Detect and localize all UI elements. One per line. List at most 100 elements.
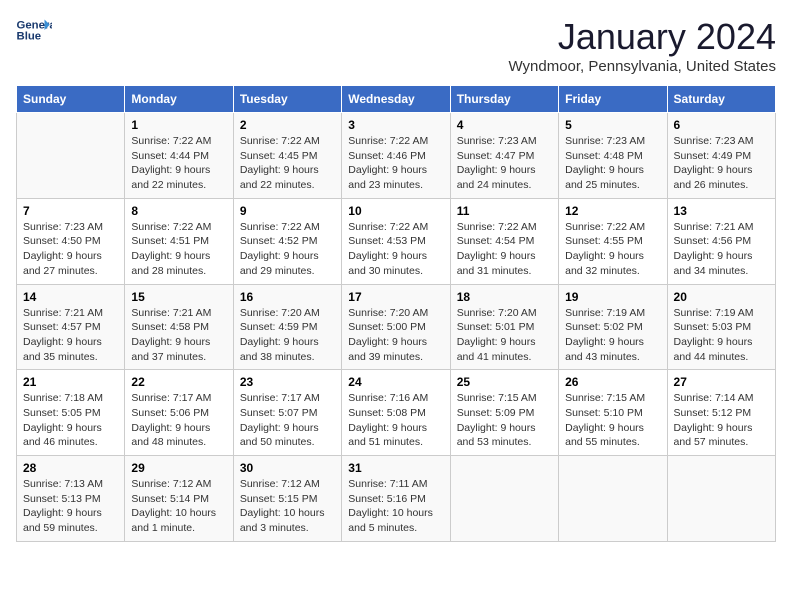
week-row-3: 14Sunrise: 7:21 AM Sunset: 4:57 PM Dayli… bbox=[17, 284, 776, 370]
day-detail: Sunrise: 7:14 AM Sunset: 5:12 PM Dayligh… bbox=[674, 392, 754, 448]
day-detail: Sunrise: 7:22 AM Sunset: 4:54 PM Dayligh… bbox=[457, 221, 537, 277]
day-number: 12 bbox=[565, 204, 660, 218]
calendar-cell: 3 Sunrise: 7:22 AM Sunset: 4:46 PM Daylig… bbox=[342, 113, 450, 199]
day-number: 13 bbox=[674, 204, 769, 218]
calendar-cell: 26Sunrise: 7:15 AM Sunset: 5:10 PM Dayli… bbox=[559, 370, 667, 456]
calendar-cell: 13 Sunrise: 7:21 AM Sunset: 4:56 PM Dayli… bbox=[667, 198, 775, 284]
day-number: 21 bbox=[23, 375, 118, 389]
day-detail: Sunrise: 7:20 AM Sunset: 5:00 PM Dayligh… bbox=[348, 307, 428, 363]
day-detail: Sunrise: 7:17 AM Sunset: 5:06 PM Dayligh… bbox=[131, 392, 211, 448]
day-detail: Sunrise: 7:22 AM Sunset: 4:45 PM Dayligh… bbox=[240, 135, 320, 191]
title-area: January 2024 Wyndmoor, Pennsylvania, Uni… bbox=[508, 16, 776, 75]
header-tuesday: Tuesday bbox=[233, 86, 341, 113]
day-number: 1 bbox=[131, 118, 226, 132]
calendar-title: January 2024 bbox=[508, 16, 776, 58]
calendar-cell: 27 Sunrise: 7:14 AM Sunset: 5:12 PM Dayli… bbox=[667, 370, 775, 456]
week-row-2: 7Sunrise: 7:23 AM Sunset: 4:50 PM Daylig… bbox=[17, 198, 776, 284]
calendar-cell: 25 Sunrise: 7:15 AM Sunset: 5:09 PM Dayli… bbox=[450, 370, 558, 456]
day-number: 22 bbox=[131, 375, 226, 389]
day-number: 20 bbox=[674, 290, 769, 304]
day-number: 27 bbox=[674, 375, 769, 389]
day-detail: Sunrise: 7:13 AM Sunset: 5:13 PM Dayligh… bbox=[23, 478, 103, 534]
day-number: 11 bbox=[457, 204, 552, 218]
day-number: 15 bbox=[131, 290, 226, 304]
calendar-cell bbox=[450, 456, 558, 542]
day-number: 8 bbox=[131, 204, 226, 218]
day-number: 28 bbox=[23, 461, 118, 475]
header-wednesday: Wednesday bbox=[342, 86, 450, 113]
day-detail: Sunrise: 7:16 AM Sunset: 5:08 PM Dayligh… bbox=[348, 392, 428, 448]
svg-text:Blue: Blue bbox=[17, 31, 42, 43]
day-detail: Sunrise: 7:21 AM Sunset: 4:57 PM Dayligh… bbox=[23, 307, 103, 363]
day-number: 2 bbox=[240, 118, 335, 132]
day-detail: Sunrise: 7:11 AM Sunset: 5:16 PM Dayligh… bbox=[348, 478, 433, 534]
calendar-cell: 19 Sunrise: 7:19 AM Sunset: 5:02 PM Dayli… bbox=[559, 284, 667, 370]
day-detail: Sunrise: 7:21 AM Sunset: 4:58 PM Dayligh… bbox=[131, 307, 211, 363]
calendar-cell: 8 Sunrise: 7:22 AM Sunset: 4:51 PM Daylig… bbox=[125, 198, 233, 284]
header-thursday: Thursday bbox=[450, 86, 558, 113]
calendar-body: 1 Sunrise: 7:22 AM Sunset: 4:44 PM Daylig… bbox=[17, 113, 776, 542]
day-detail: Sunrise: 7:12 AM Sunset: 5:14 PM Dayligh… bbox=[131, 478, 216, 534]
day-detail: Sunrise: 7:23 AM Sunset: 4:48 PM Dayligh… bbox=[565, 135, 645, 191]
day-number: 18 bbox=[457, 290, 552, 304]
calendar-cell: 1 Sunrise: 7:22 AM Sunset: 4:44 PM Daylig… bbox=[125, 113, 233, 199]
day-detail: Sunrise: 7:12 AM Sunset: 5:15 PM Dayligh… bbox=[240, 478, 325, 534]
day-number: 10 bbox=[348, 204, 443, 218]
day-number: 6 bbox=[674, 118, 769, 132]
day-detail: Sunrise: 7:19 AM Sunset: 5:03 PM Dayligh… bbox=[674, 307, 754, 363]
calendar-cell: 24Sunrise: 7:16 AM Sunset: 5:08 PM Dayli… bbox=[342, 370, 450, 456]
calendar-cell: 21 Sunrise: 7:18 AM Sunset: 5:05 PM Dayli… bbox=[17, 370, 125, 456]
calendar-cell: 4Sunrise: 7:23 AM Sunset: 4:47 PM Daylig… bbox=[450, 113, 558, 199]
page-header: General Blue January 2024 Wyndmoor, Penn… bbox=[16, 16, 776, 75]
day-number: 7 bbox=[23, 204, 118, 218]
calendar-cell: 20 Sunrise: 7:19 AM Sunset: 5:03 PM Dayli… bbox=[667, 284, 775, 370]
calendar-cell: 14Sunrise: 7:21 AM Sunset: 4:57 PM Dayli… bbox=[17, 284, 125, 370]
calendar-header-row: SundayMondayTuesdayWednesdayThursdayFrid… bbox=[17, 86, 776, 113]
calendar-cell: 15 Sunrise: 7:21 AM Sunset: 4:58 PM Dayli… bbox=[125, 284, 233, 370]
header-monday: Monday bbox=[125, 86, 233, 113]
day-detail: Sunrise: 7:15 AM Sunset: 5:10 PM Dayligh… bbox=[565, 392, 645, 448]
calendar-cell: 2 Sunrise: 7:22 AM Sunset: 4:45 PM Daylig… bbox=[233, 113, 341, 199]
calendar-table: SundayMondayTuesdayWednesdayThursdayFrid… bbox=[16, 85, 776, 542]
calendar-cell: 23 Sunrise: 7:17 AM Sunset: 5:07 PM Dayli… bbox=[233, 370, 341, 456]
day-detail: Sunrise: 7:22 AM Sunset: 4:46 PM Dayligh… bbox=[348, 135, 428, 191]
header-friday: Friday bbox=[559, 86, 667, 113]
logo-icon: General Blue bbox=[16, 16, 52, 44]
day-number: 23 bbox=[240, 375, 335, 389]
day-detail: Sunrise: 7:20 AM Sunset: 5:01 PM Dayligh… bbox=[457, 307, 537, 363]
calendar-cell: 16Sunrise: 7:20 AM Sunset: 4:59 PM Dayli… bbox=[233, 284, 341, 370]
calendar-cell: 12 Sunrise: 7:22 AM Sunset: 4:55 PM Dayli… bbox=[559, 198, 667, 284]
week-row-4: 21 Sunrise: 7:18 AM Sunset: 5:05 PM Dayli… bbox=[17, 370, 776, 456]
calendar-cell: 7Sunrise: 7:23 AM Sunset: 4:50 PM Daylig… bbox=[17, 198, 125, 284]
day-detail: Sunrise: 7:22 AM Sunset: 4:55 PM Dayligh… bbox=[565, 221, 645, 277]
day-detail: Sunrise: 7:21 AM Sunset: 4:56 PM Dayligh… bbox=[674, 221, 754, 277]
logo: General Blue bbox=[16, 16, 52, 44]
calendar-cell: 9Sunrise: 7:22 AM Sunset: 4:52 PM Daylig… bbox=[233, 198, 341, 284]
day-detail: Sunrise: 7:17 AM Sunset: 5:07 PM Dayligh… bbox=[240, 392, 320, 448]
day-detail: Sunrise: 7:23 AM Sunset: 4:49 PM Dayligh… bbox=[674, 135, 754, 191]
day-number: 30 bbox=[240, 461, 335, 475]
week-row-5: 28 Sunrise: 7:13 AM Sunset: 5:13 PM Dayli… bbox=[17, 456, 776, 542]
calendar-cell bbox=[667, 456, 775, 542]
day-detail: Sunrise: 7:15 AM Sunset: 5:09 PM Dayligh… bbox=[457, 392, 537, 448]
week-row-1: 1 Sunrise: 7:22 AM Sunset: 4:44 PM Daylig… bbox=[17, 113, 776, 199]
day-detail: Sunrise: 7:18 AM Sunset: 5:05 PM Dayligh… bbox=[23, 392, 103, 448]
header-saturday: Saturday bbox=[667, 86, 775, 113]
calendar-cell bbox=[559, 456, 667, 542]
day-detail: Sunrise: 7:22 AM Sunset: 4:53 PM Dayligh… bbox=[348, 221, 428, 277]
day-number: 25 bbox=[457, 375, 552, 389]
calendar-cell: 29Sunrise: 7:12 AM Sunset: 5:14 PM Dayli… bbox=[125, 456, 233, 542]
calendar-cell: 30 Sunrise: 7:12 AM Sunset: 5:15 PM Dayli… bbox=[233, 456, 341, 542]
day-number: 5 bbox=[565, 118, 660, 132]
day-detail: Sunrise: 7:22 AM Sunset: 4:51 PM Dayligh… bbox=[131, 221, 211, 277]
calendar-cell bbox=[17, 113, 125, 199]
day-number: 3 bbox=[348, 118, 443, 132]
day-detail: Sunrise: 7:19 AM Sunset: 5:02 PM Dayligh… bbox=[565, 307, 645, 363]
calendar-cell: 22 Sunrise: 7:17 AM Sunset: 5:06 PM Dayli… bbox=[125, 370, 233, 456]
day-number: 9 bbox=[240, 204, 335, 218]
day-number: 16 bbox=[240, 290, 335, 304]
calendar-cell: 10 Sunrise: 7:22 AM Sunset: 4:53 PM Dayli… bbox=[342, 198, 450, 284]
day-number: 19 bbox=[565, 290, 660, 304]
day-detail: Sunrise: 7:22 AM Sunset: 4:44 PM Dayligh… bbox=[131, 135, 211, 191]
calendar-cell: 18 Sunrise: 7:20 AM Sunset: 5:01 PM Dayli… bbox=[450, 284, 558, 370]
